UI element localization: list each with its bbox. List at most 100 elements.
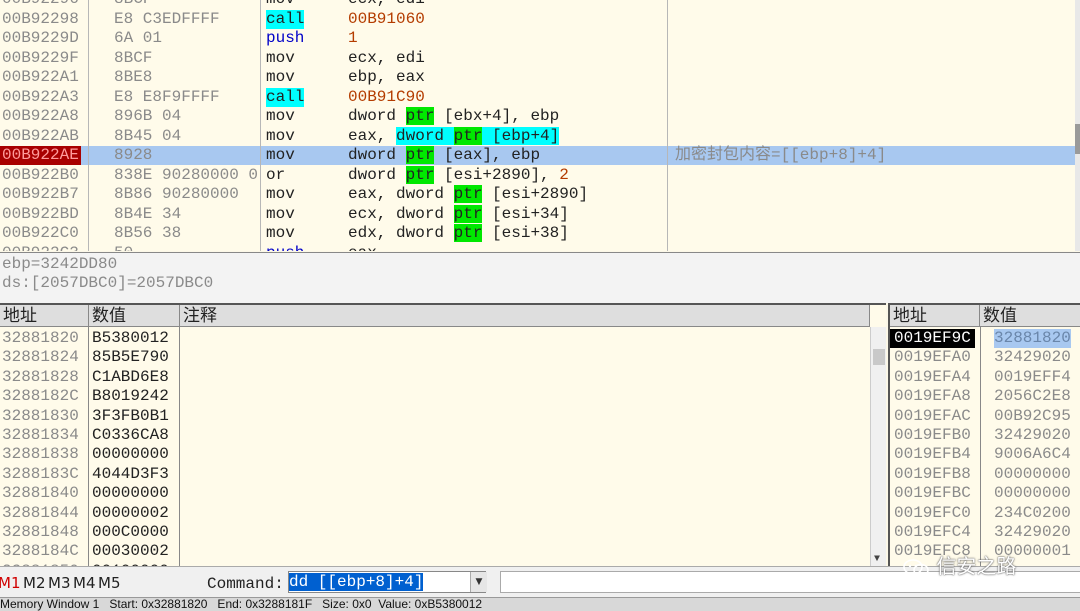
scrollbar-thumb[interactable] [1075, 124, 1080, 154]
memory-tab-m3[interactable]: M3 [48, 574, 71, 592]
stack-row[interactable]: 0019EFB0 32429020 [890, 426, 1080, 445]
operand-part: ptr [405, 107, 435, 125]
dump-value: C0336CA8 [92, 426, 169, 444]
dump-row[interactable]: 32881820 B5380012 [0, 329, 870, 348]
disasm-row[interactable]: 00B9229F 8BCF mov ecx, edi [0, 49, 1075, 68]
disasm-row[interactable]: 00B92296 8BCF mov ecx, edi [0, 0, 1075, 9]
stack-row[interactable]: 0019EFC4 32429020 [890, 523, 1080, 542]
instruction-operands: eax [348, 244, 377, 252]
dump-row[interactable]: 32881834 C0336CA8 [0, 426, 870, 445]
instruction-address: 00B9229F [2, 48, 79, 67]
wechat-icon [903, 558, 929, 576]
dump-row[interactable]: 3288182C B8019242 [0, 387, 870, 406]
dump-value: 00000002 [92, 503, 169, 522]
stack-row[interactable]: 0019EFA0 32429020 [890, 348, 1080, 367]
operand-part: ptr [453, 204, 483, 223]
stack-row[interactable]: 0019EFA4 0019EFF4 [890, 368, 1080, 387]
scroll-down-icon[interactable]: ▼ [874, 554, 880, 565]
dump-header-comment[interactable]: 注释 [180, 305, 870, 327]
instruction-bytes: 8B45 04 [114, 126, 182, 145]
stack-value: 00000000 [994, 484, 1071, 503]
disasm-row[interactable]: 00B9229D 6A 01 push 1 [0, 29, 1075, 48]
memory-dump-panel[interactable]: 地址 数值 注释 32881820 B5380012 32881824 85B5E79… [0, 303, 886, 567]
disassembly-scrollbar[interactable] [1075, 0, 1080, 251]
instruction-bytes: 8BCF [114, 0, 152, 9]
operand-part: 00B91C90 [348, 87, 425, 106]
operand-part: [esi+2890] [482, 185, 589, 203]
disasm-row[interactable]: 00B922A8 896B 04 mov dword ptr [ebx+4], ebp [0, 107, 1075, 126]
instruction-operands: 00B91060 [348, 10, 425, 29]
instruction-mnemonic: call [266, 87, 305, 107]
disasm-row[interactable]: 00B922AE 8928 mov dword ptr [eax], ebp 加密封包内… [0, 146, 1075, 165]
disasm-row[interactable]: 00B922B0 838E 90280000 0 or dword ptr [esi+… [0, 165, 1075, 185]
operand-part: ebp, eax [348, 68, 425, 86]
instruction-mnemonic: mov [266, 126, 295, 145]
stack-row[interactable]: 0019EF9C 32881820 [890, 329, 1080, 348]
stack-panel[interactable]: 地址 数值 0019EF9C 32881820 0019EFA0 32429020 00… [888, 303, 1080, 567]
chevron-down-icon[interactable]: ▼ [470, 572, 487, 592]
operand-part: dword [396, 126, 454, 145]
stack-row[interactable]: 0019EFC0 234C0200 [890, 504, 1080, 523]
dump-row[interactable]: 3288183C 4044D3F3 [0, 465, 870, 484]
disassembly-panel[interactable]: 00B92296 8BCF mov ecx, edi 00B92298 E8 C3EDFF… [0, 0, 1080, 251]
disasm-row[interactable]: 00B92298 E8 C3EDFFFF call 00B91060 [0, 9, 1075, 29]
stack-row[interactable]: 0019EFB8 00000000 [890, 465, 1080, 484]
stack-header-value[interactable]: 数值 [980, 305, 1080, 327]
operand-part: [esi+34] [482, 204, 569, 223]
stack-header-address[interactable]: 地址 [890, 305, 980, 327]
operand-part: ptr [453, 126, 483, 145]
instruction-address: 00B92296 [2, 0, 79, 9]
disasm-row[interactable]: 00B922B7 8B86 90280000 mov eax, dword ptr [… [0, 185, 1075, 204]
disasm-row[interactable]: 00B922C3 50 push eax [0, 244, 1075, 252]
dump-value: 00030002 [92, 542, 169, 561]
status-text: Memory Window 1 Start: 0x32881820 End: 0… [0, 597, 483, 611]
instruction-bytes: 8B56 38 [114, 224, 182, 242]
dump-row[interactable]: 32881848 000C0000 [0, 523, 870, 542]
instruction-address: 00B9229D [2, 29, 79, 47]
stack-value: 2056C2E8 [994, 387, 1071, 406]
dump-row[interactable]: 32881840 00000000 [0, 484, 870, 503]
instruction-operands: dword ptr [eax], ebp [348, 146, 540, 165]
disasm-row[interactable]: 00B922C0 8B56 38 mov edx, dword ptr [esi+38… [0, 224, 1075, 243]
dump-header-address[interactable]: 地址 [0, 305, 89, 327]
stack-row[interactable]: 0019EFB4 9006A6C4 [890, 445, 1080, 464]
memory-tab-m1[interactable]: M1 [0, 574, 21, 592]
operand-part: eax [348, 244, 377, 252]
command-input[interactable]: dd [[ebp+8]+4] [288, 571, 486, 593]
instruction-operands: dword ptr [ebx+4], ebp [348, 107, 559, 126]
dump-value: C1ABD6E8 [92, 367, 169, 386]
disasm-row[interactable]: 00B922BD 8B4E 34 mov ecx, dword ptr [esi+34… [0, 204, 1075, 224]
dump-address: 32881840 [2, 484, 79, 503]
memory-tab-m5[interactable]: M5 [98, 574, 121, 592]
dump-row[interactable]: 32881838 00000000 [0, 445, 870, 464]
operand-part: ptr [405, 165, 435, 184]
stack-row[interactable]: 0019EFA8 2056C2E8 [890, 387, 1080, 406]
instruction-address: 00B922A1 [2, 68, 79, 86]
disasm-row[interactable]: 00B922AB 8B45 04 mov eax, dword ptr [ebp+4] [0, 126, 1075, 146]
instruction-address: 00B922B0 [2, 165, 79, 184]
dump-row[interactable]: 32881824 85B5E790 [0, 348, 870, 367]
dump-row[interactable]: 32881830 3F3FB0B1 [0, 407, 870, 426]
memory-tab-m4[interactable]: M4 [73, 574, 96, 592]
stack-address: 0019EF9C [890, 329, 975, 348]
dump-value: 85B5E790 [92, 348, 169, 367]
dump-value: 3F3FB0B1 [92, 406, 169, 425]
dump-row[interactable]: 3288184C 00030002 [0, 542, 870, 561]
instruction-operands: ebp, eax [348, 68, 425, 87]
instruction-mnemonic: push [266, 244, 304, 252]
dump-row[interactable]: 32881828 C1ABD6E8 [0, 368, 870, 387]
memory-tab-m2[interactable]: M2 [23, 574, 46, 592]
dump-row[interactable]: 32881844 00000002 [0, 504, 870, 523]
instruction-operands: 00B91C90 [348, 88, 425, 107]
column-separator [667, 0, 668, 251]
disasm-row[interactable]: 00B922A1 8BE8 mov ebp, eax [0, 68, 1075, 87]
operand-part: dword [348, 107, 406, 125]
stack-row[interactable]: 0019EFAC 00B92C95 [890, 407, 1080, 426]
operand-part: [ebp+4] [482, 126, 560, 145]
dump-header-value[interactable]: 数值 [89, 305, 180, 327]
disasm-row[interactable]: 00B922A3 E8 E8F9FFFF call 00B91C90 [0, 87, 1075, 107]
stack-row[interactable]: 0019EFBC 00000000 [890, 484, 1080, 503]
dump-scrollbar[interactable]: ▼ [870, 327, 886, 567]
scrollbar-thumb[interactable] [873, 349, 885, 365]
dump-address: 32881848 [2, 523, 79, 541]
